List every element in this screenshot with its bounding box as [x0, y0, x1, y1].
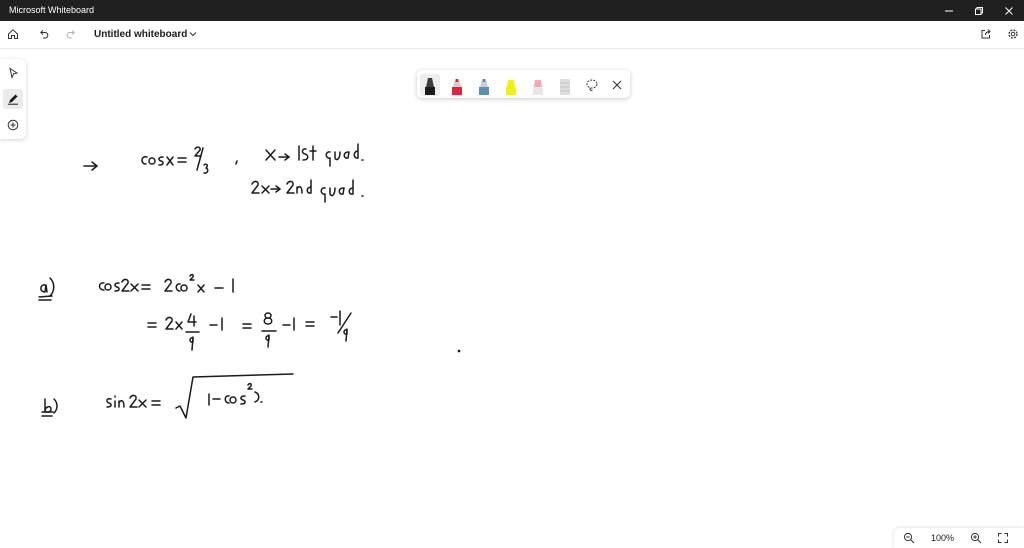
ink-sin-2x-expression — [106, 373, 294, 419]
board-title[interactable]: Untitled whiteboard — [94, 29, 187, 40]
zoom-controls: 100% — [894, 528, 1024, 548]
close-window-button[interactable] — [994, 0, 1024, 21]
zoom-out-button[interactable] — [901, 530, 917, 546]
ink-first-quadrant — [265, 143, 364, 167]
home-button[interactable] — [3, 24, 23, 44]
ink-second-quadrant — [251, 179, 364, 203]
share-button[interactable] — [976, 24, 996, 44]
zoom-level[interactable]: 100% — [931, 533, 954, 543]
zoom-in-icon — [970, 532, 982, 544]
ink-arrow — [83, 161, 98, 171]
title-bar: Microsoft Whiteboard — [0, 0, 1024, 21]
whiteboard-canvas[interactable] — [0, 48, 1024, 528]
app-toolbar: Untitled whiteboard — [0, 21, 1024, 49]
minimize-button[interactable] — [934, 0, 964, 21]
redo-button[interactable] — [61, 24, 81, 44]
ink-cos-2x-evaluation — [147, 310, 352, 351]
undo-button[interactable] — [34, 24, 54, 44]
undo-icon — [40, 29, 49, 39]
ink-part-b-label — [41, 398, 58, 417]
minimize-icon — [945, 10, 953, 11]
ink-part-a-label — [38, 277, 55, 301]
chevron-down-icon — [189, 32, 197, 37]
ink-cos-x-equals-two-thirds — [141, 146, 238, 174]
board-title-dropdown[interactable] — [183, 24, 203, 44]
fit-to-screen-button[interactable] — [995, 530, 1011, 546]
ink-layer — [38, 143, 461, 419]
settings-button[interactable] — [1003, 24, 1023, 44]
zoom-in-button[interactable] — [968, 530, 984, 546]
restore-icon — [975, 6, 983, 15]
ink-cos-2x-identity — [98, 273, 234, 293]
restore-button[interactable] — [964, 0, 994, 21]
fit-screen-icon — [998, 533, 1008, 543]
share-icon — [981, 29, 991, 39]
close-icon — [1005, 6, 1013, 15]
gear-icon — [1008, 29, 1018, 39]
home-icon — [8, 29, 18, 39]
app-title: Microsoft Whiteboard — [9, 5, 95, 15]
zoom-out-icon — [903, 532, 915, 544]
redo-icon — [66, 29, 75, 39]
